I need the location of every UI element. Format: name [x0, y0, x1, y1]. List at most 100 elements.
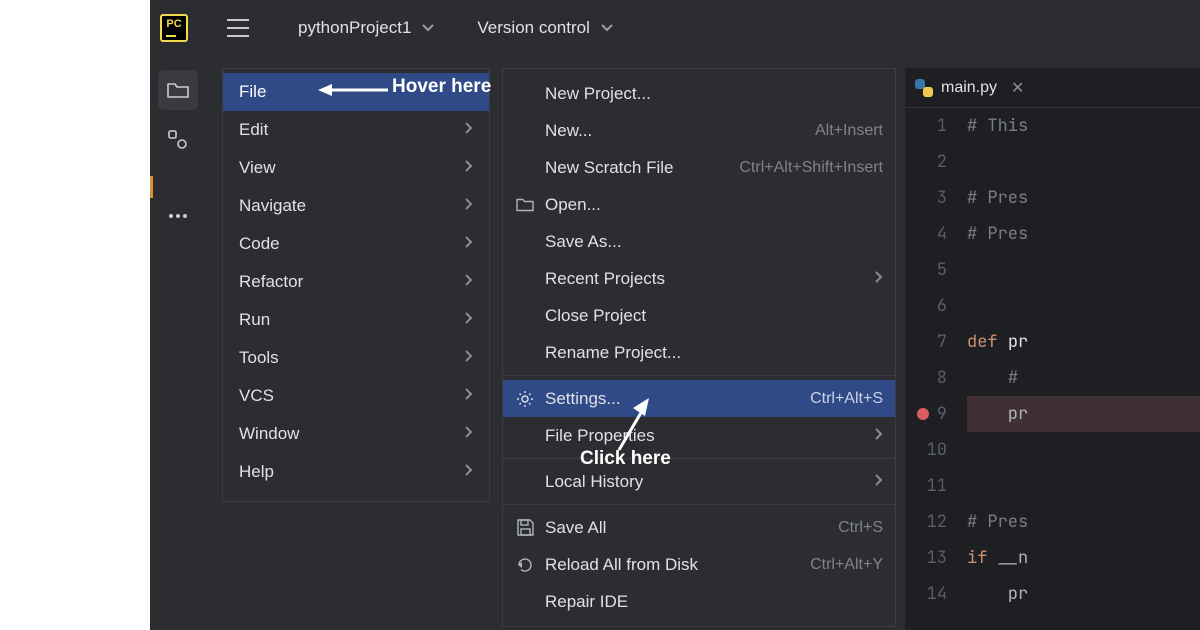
- submenu-item[interactable]: Open...: [503, 186, 895, 223]
- line-number: 7: [905, 324, 947, 360]
- editor-tab[interactable]: main.py ✕: [905, 68, 1200, 108]
- chevron-right-icon: [868, 426, 883, 446]
- line-number: 5: [905, 252, 947, 288]
- menu-item-refactor[interactable]: Refactor: [223, 263, 489, 301]
- code-line: [967, 144, 1200, 180]
- menu-item-navigate[interactable]: Navigate: [223, 187, 489, 225]
- chevron-right-icon: [464, 310, 473, 330]
- project-tool-button[interactable]: [158, 70, 198, 110]
- menu-item-help[interactable]: Help: [223, 453, 489, 491]
- more-tools-button[interactable]: [158, 196, 198, 236]
- ellipsis-icon: [168, 213, 188, 219]
- line-number: 11: [905, 468, 947, 504]
- chevron-right-icon: [464, 196, 473, 216]
- menu-item-code[interactable]: Code: [223, 225, 489, 263]
- submenu-item[interactable]: Close Project: [503, 297, 895, 334]
- submenu-item[interactable]: Recent Projects: [503, 260, 895, 297]
- close-tab-icon[interactable]: ✕: [1011, 78, 1024, 98]
- code-line: if __n: [967, 540, 1200, 576]
- submenu-item-label: Settings...: [545, 389, 800, 409]
- menu-separator: [503, 375, 895, 376]
- submenu-item-label: Save As...: [545, 232, 883, 252]
- line-number: 4: [905, 216, 947, 252]
- submenu-item-label: Close Project: [545, 306, 883, 326]
- chevron-right-icon: [464, 234, 473, 254]
- submenu-item[interactable]: New...Alt+Insert: [503, 112, 895, 149]
- file-submenu: New Project...New...Alt+InsertNew Scratc…: [502, 68, 896, 627]
- editor-tab-filename: main.py: [941, 79, 997, 97]
- submenu-item[interactable]: Save AllCtrl+S: [503, 509, 895, 546]
- save-icon: [515, 519, 535, 536]
- line-number: 3: [905, 180, 947, 216]
- code-content: # This# Pres# Presdef pr # pr# Presif __…: [961, 108, 1200, 630]
- submenu-item[interactable]: Settings... Ctrl+Alt+S: [503, 380, 895, 417]
- chevron-right-icon: [464, 386, 473, 406]
- code-line: # This: [967, 108, 1200, 144]
- submenu-item[interactable]: Reload All from DiskCtrl+Alt+Y: [503, 546, 895, 583]
- code-line: [967, 432, 1200, 468]
- code-line: [967, 468, 1200, 504]
- menu-item-label: Run: [239, 310, 270, 330]
- code-line: [967, 288, 1200, 324]
- project-name: pythonProject1: [298, 18, 411, 38]
- menu-item-vcs[interactable]: VCS: [223, 377, 489, 415]
- submenu-item[interactable]: New Project...: [503, 75, 895, 112]
- pycharm-logo-icon: PC: [160, 14, 188, 42]
- submenu-item[interactable]: Repair IDE: [503, 583, 895, 620]
- keyboard-shortcut: Ctrl+Alt+S: [810, 390, 883, 408]
- keyboard-shortcut: Ctrl+Alt+Shift+Insert: [739, 159, 883, 177]
- structure-tool-button[interactable]: [158, 120, 198, 160]
- line-number: 1: [905, 108, 947, 144]
- chevron-down-icon: [421, 18, 435, 38]
- submenu-item-label: Local History: [545, 472, 858, 492]
- line-number: 13: [905, 540, 947, 576]
- menu-item-window[interactable]: Window: [223, 415, 489, 453]
- line-number: 12: [905, 504, 947, 540]
- code-editor[interactable]: 1234567891011121314 # This# Pres# Presde…: [905, 108, 1200, 630]
- submenu-item[interactable]: File Properties: [503, 417, 895, 454]
- main-menu-button[interactable]: [218, 8, 258, 48]
- code-line: # Pres: [967, 504, 1200, 540]
- submenu-item-label: Open...: [545, 195, 883, 215]
- app-window: PC pythonProject1 Version control: [150, 0, 1200, 630]
- main-menu-panel: File Edit View Navigate Code Refactor Run Tools…: [222, 68, 490, 502]
- code-line: def pr: [967, 324, 1200, 360]
- keyboard-shortcut: Ctrl+S: [838, 519, 883, 537]
- menu-item-run[interactable]: Run: [223, 301, 489, 339]
- menu-item-label: Edit: [239, 120, 268, 140]
- menu-item-label: File: [239, 82, 266, 102]
- submenu-item-label: Repair IDE: [545, 592, 883, 612]
- submenu-item[interactable]: Local History: [503, 463, 895, 500]
- menu-item-edit[interactable]: Edit: [223, 111, 489, 149]
- menu-item-label: VCS: [239, 386, 274, 406]
- chevron-right-icon: [464, 424, 473, 444]
- menu-separator: [503, 504, 895, 505]
- chevron-right-icon: [464, 348, 473, 368]
- chevron-down-icon: [600, 18, 614, 38]
- menu-item-label: Refactor: [239, 272, 303, 292]
- line-number: 6: [905, 288, 947, 324]
- menu-item-label: Tools: [239, 348, 279, 368]
- submenu-item-label: New Project...: [545, 84, 883, 104]
- submenu-item[interactable]: New Scratch File Ctrl+Alt+Shift+Insert: [503, 149, 895, 186]
- menu-item-view[interactable]: View: [223, 149, 489, 187]
- tool-window-rail: [150, 56, 206, 630]
- code-line: pr: [967, 576, 1200, 612]
- menu-item-tools[interactable]: Tools: [223, 339, 489, 377]
- submenu-item-label: New Scratch File: [545, 158, 729, 178]
- code-line: # Pres: [967, 180, 1200, 216]
- submenu-item-label: Recent Projects: [545, 269, 858, 289]
- reload-icon: [515, 556, 535, 574]
- version-control-selector[interactable]: Version control: [465, 8, 625, 48]
- breakpoint-icon[interactable]: [917, 408, 929, 420]
- line-number: 2: [905, 144, 947, 180]
- chevron-right-icon: [464, 120, 473, 140]
- submenu-item[interactable]: Rename Project...: [503, 334, 895, 371]
- gear-icon: [515, 390, 535, 408]
- folder-icon: [167, 81, 189, 99]
- menu-separator: [503, 458, 895, 459]
- menu-item-label: Navigate: [239, 196, 306, 216]
- project-selector[interactable]: pythonProject1: [286, 8, 447, 48]
- menu-item-file[interactable]: File: [223, 73, 489, 111]
- submenu-item[interactable]: Save As...: [503, 223, 895, 260]
